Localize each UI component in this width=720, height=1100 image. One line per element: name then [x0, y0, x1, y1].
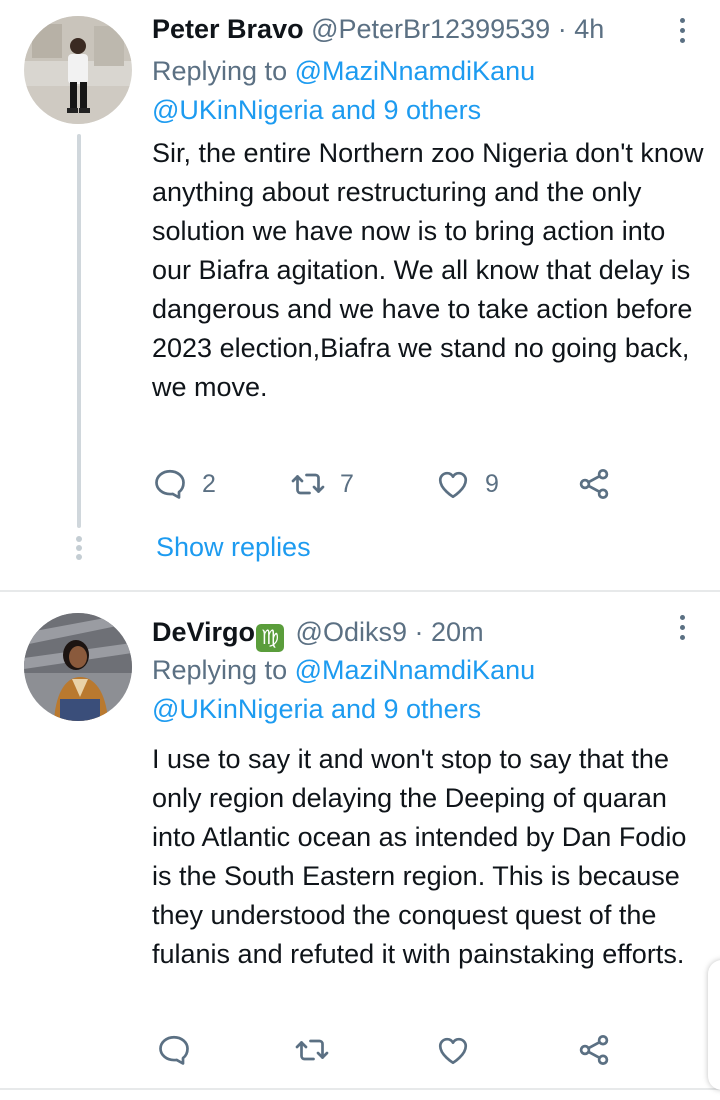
tweet-actions: 2 7 9 [152, 464, 632, 504]
heart-icon [438, 1037, 468, 1065]
tweet-time[interactable]: 4h [574, 14, 604, 44]
reply-button[interactable] [156, 1030, 192, 1070]
reply-icon [155, 469, 185, 499]
heart-icon [438, 471, 468, 499]
author-handle[interactable]: @PeterBr12399539 [311, 14, 550, 44]
tweet-text: I use to say it and won't stop to say th… [152, 744, 687, 969]
retweet-count: 7 [340, 469, 354, 498]
share-button[interactable] [576, 464, 612, 504]
reply-count: 2 [202, 469, 216, 498]
tweet-actions [152, 1030, 632, 1070]
scroll-handle[interactable] [708, 960, 720, 1090]
tweet-card[interactable]: DeVirgo ♍ @Odiks9 · 20m Replying to @Mazi… [0, 593, 720, 1088]
replying-to: Replying to @MaziNnamdiKanu @UKinNigeria… [152, 651, 690, 729]
divider [0, 590, 720, 592]
thread-line [77, 134, 81, 528]
like-button[interactable] [435, 1030, 471, 1070]
author-handle[interactable]: @Odiks9 [296, 617, 407, 647]
tweet-header: Peter Bravo @PeterBr12399539 · 4h [152, 10, 650, 48]
tweet-header: DeVirgo ♍ @Odiks9 · 20m [152, 613, 650, 652]
replying-prefix: Replying to [152, 655, 288, 685]
more-vertical-icon[interactable] [680, 615, 686, 645]
share-button[interactable] [576, 1030, 612, 1070]
replying-user-link[interactable]: @MaziNnamdiKanu [295, 655, 536, 685]
replying-others-link[interactable]: @UKinNigeria and 9 others [152, 95, 481, 125]
like-count: 9 [485, 469, 499, 498]
author-name[interactable]: DeVirgo [152, 617, 255, 647]
retweet-button[interactable] [294, 1030, 330, 1070]
share-icon [579, 469, 609, 499]
replying-others-link[interactable]: @UKinNigeria and 9 others [152, 694, 481, 724]
tweet-card[interactable]: Peter Bravo @PeterBr12399539 · 4h Replyi… [0, 0, 720, 590]
tweet-time[interactable]: 20m [431, 617, 484, 647]
avatar[interactable] [24, 613, 132, 721]
replying-user-link[interactable]: @MaziNnamdiKanu [295, 56, 536, 86]
retweet-icon [291, 473, 325, 495]
replying-to: Replying to @MaziNnamdiKanu @UKinNigeria… [152, 52, 690, 130]
separator-dot: · [557, 14, 567, 44]
reply-icon [159, 1035, 189, 1065]
author-name[interactable]: Peter Bravo [152, 14, 304, 44]
more-vertical-icon[interactable] [680, 18, 686, 48]
reply-button[interactable]: 2 [152, 464, 216, 504]
divider [0, 1088, 720, 1090]
like-button[interactable]: 9 [435, 464, 499, 504]
retweet-icon [295, 1039, 329, 1061]
tweet-text: Sir, the entire Northern zoo Nigeria don… [152, 138, 704, 402]
replying-prefix: Replying to [152, 56, 288, 86]
virgo-emoji: ♍ [256, 624, 285, 652]
share-icon [579, 1035, 609, 1065]
show-replies-link[interactable]: Show replies [156, 528, 311, 566]
separator-dot: · [414, 617, 424, 647]
retweet-button[interactable]: 7 [290, 464, 354, 504]
thread-dots [75, 536, 83, 564]
avatar[interactable] [24, 16, 132, 124]
